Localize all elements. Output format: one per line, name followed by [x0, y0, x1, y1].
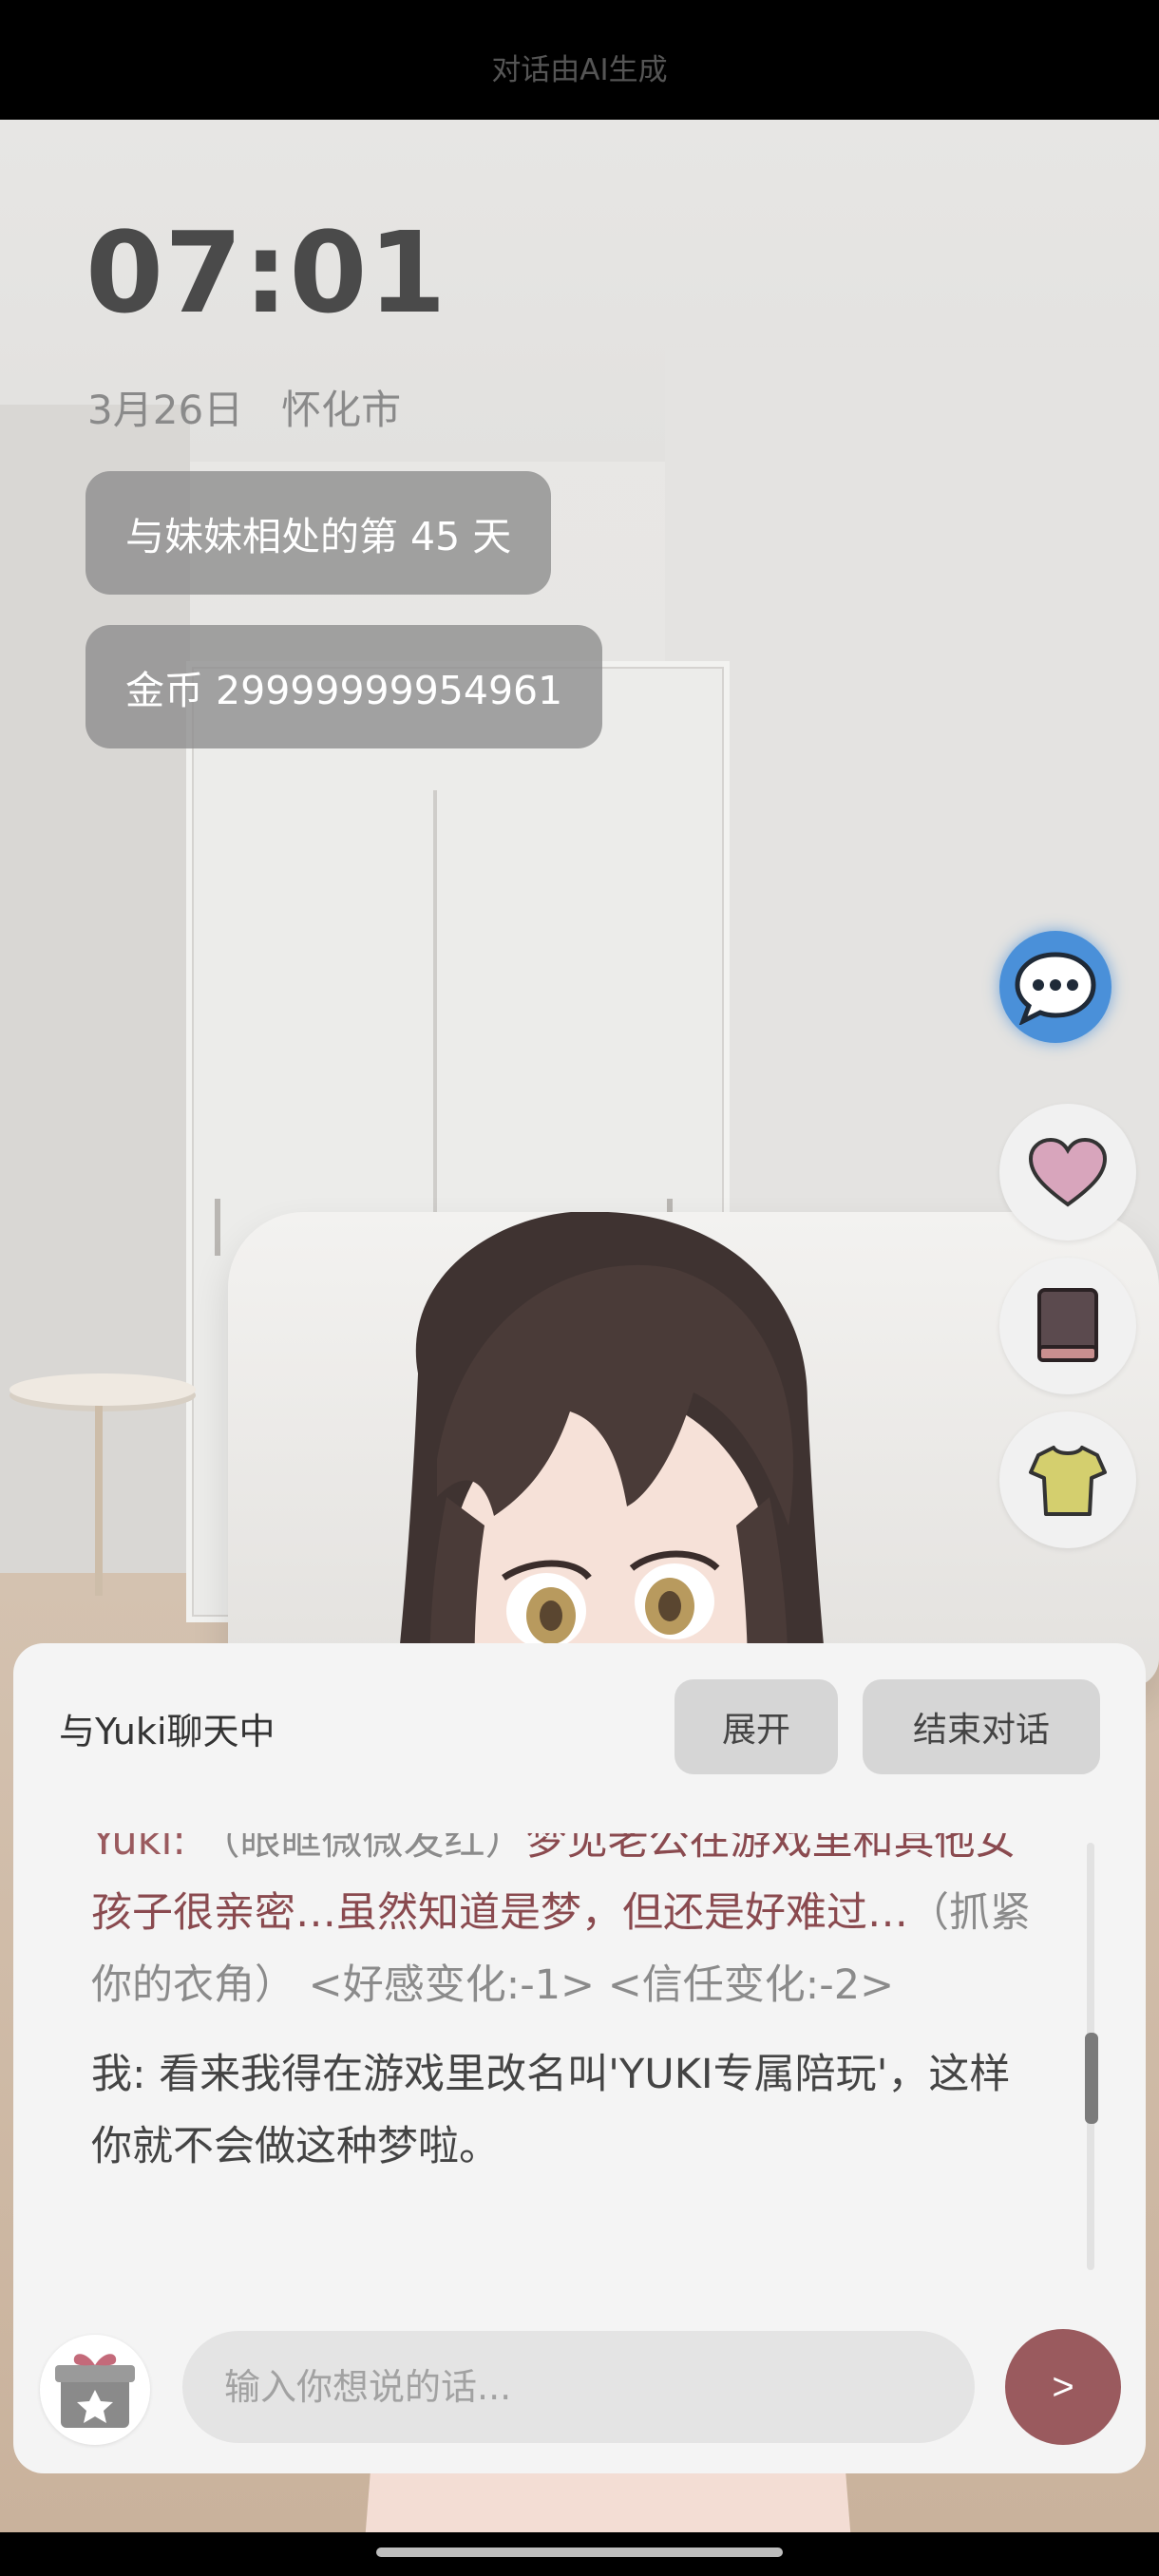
date-location: 3月26日 怀化市	[87, 378, 401, 436]
date-text: 3月26日	[87, 387, 244, 433]
clock: 07:01	[86, 207, 447, 338]
scrollbar-thumb[interactable]	[1085, 2033, 1098, 2124]
city-text: 怀化市	[281, 387, 402, 433]
affection-button[interactable]	[999, 1104, 1136, 1241]
end-conversation-button[interactable]: 结束对话	[863, 1679, 1100, 1774]
chat-panel-title: 与Yuki聊天中	[59, 1711, 276, 1752]
side-table	[10, 1373, 196, 1406]
wardrobe-button[interactable]	[999, 1411, 1136, 1548]
wardrobe-handle	[215, 1199, 220, 1256]
coins-badge: 金币 29999999954961	[86, 625, 603, 748]
message-text: 看来我得在游戏里改名叫'YUKI专属陪玩'，这样你就不会做这种梦啦。	[91, 2051, 1011, 2170]
diary-button[interactable]	[999, 1258, 1136, 1394]
heart-icon	[1028, 1137, 1108, 1207]
message-yuki: Yuki: （眼眶微微发红）梦见老公在游戏里和其他女孩子很亲密…虽然知道是梦，但…	[91, 1833, 1041, 2021]
days-together-text: 与妹妹相处的第 45 天	[125, 514, 512, 559]
message-speaker: Yuki:	[91, 1833, 186, 1865]
message-status: <好感变化:-1> <信任变化:-2>	[308, 1961, 895, 2009]
message-me: 我: 看来我得在游戏里改名叫'YUKI专属陪玩'，这样你就不会做这种梦啦。	[91, 2038, 1041, 2183]
home-indicator[interactable]	[376, 2548, 783, 2557]
message-input[interactable]	[182, 2331, 975, 2443]
book-icon	[1037, 1288, 1098, 1362]
shirt-icon	[1029, 1446, 1107, 1516]
gift-icon	[55, 2354, 135, 2428]
side-table-leg	[95, 1406, 103, 1596]
days-together-badge: 与妹妹相处的第 45 天	[86, 471, 552, 595]
message-speaker: 我:	[91, 2051, 146, 2098]
chat-icon	[1015, 952, 1096, 1025]
chat-panel: 与Yuki聊天中 展开 结束对话 Yuki: （眼眶微微发红）梦见老公在游戏里和…	[13, 1643, 1146, 2473]
coins-text: 金币 29999999954961	[125, 668, 563, 713]
ai-generated-note: 对话由AI生成	[491, 53, 668, 87]
gift-button[interactable]	[40, 2335, 150, 2445]
chat-button[interactable]	[999, 931, 1112, 1043]
message-emotion: （眼眶微微发红）	[199, 1833, 526, 1865]
send-button[interactable]: >	[1005, 2329, 1121, 2445]
expand-button[interactable]: 展开	[674, 1679, 838, 1774]
message-list[interactable]: Yuki: （眼眶微微发红）梦见老公在游戏里和其他女孩子很亲密…虽然知道是梦，但…	[91, 1833, 1041, 2285]
